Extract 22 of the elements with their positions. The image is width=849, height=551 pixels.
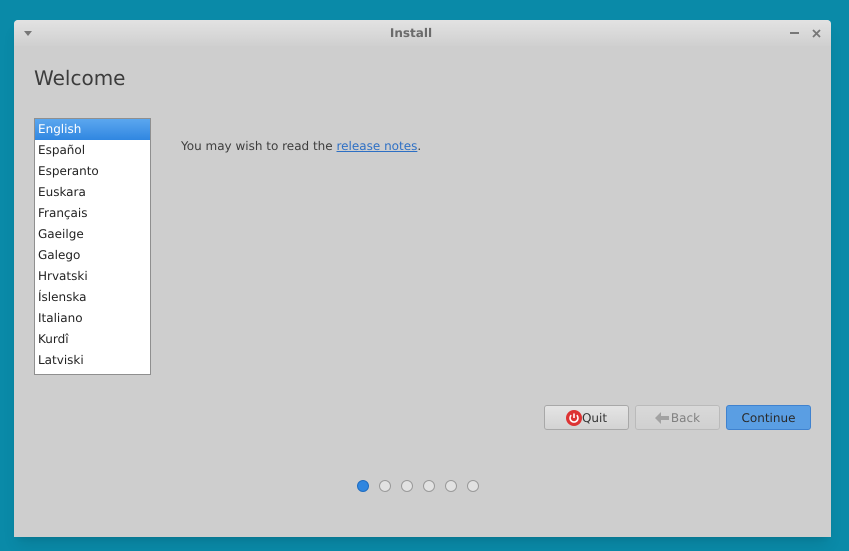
language-item[interactable]: Latviski [35,350,150,371]
language-item[interactable]: Galego [35,245,150,266]
language-item[interactable]: Íslenska [35,287,150,308]
language-item[interactable]: Italiano [35,308,150,329]
language-item[interactable]: Español [35,140,150,161]
language-item[interactable]: Kurdî [35,329,150,350]
quit-button[interactable]: Quit [544,405,629,430]
release-notes-text: You may wish to read the release notes. [181,138,422,153]
left-arrow-icon [654,412,669,424]
language-item[interactable]: Français [35,203,150,224]
continue-button[interactable]: Continue [726,405,811,430]
language-item[interactable]: Hrvatski [35,266,150,287]
window-title: Install [390,25,432,42]
minimize-icon[interactable] [790,32,799,34]
page-heading: Welcome [34,65,126,92]
language-item[interactable]: Esperanto [35,161,150,182]
power-icon [566,410,582,426]
language-list[interactable]: English Español Esperanto Euskara Français Gaeilge Galego Hrvatski Íslenska Italiano Kurdî Latviski [34,118,151,375]
close-icon[interactable] [812,28,821,38]
menu-caret-icon[interactable] [24,30,32,36]
language-item[interactable]: Gaeilge [35,224,150,245]
language-item[interactable]: Euskara [35,182,150,203]
